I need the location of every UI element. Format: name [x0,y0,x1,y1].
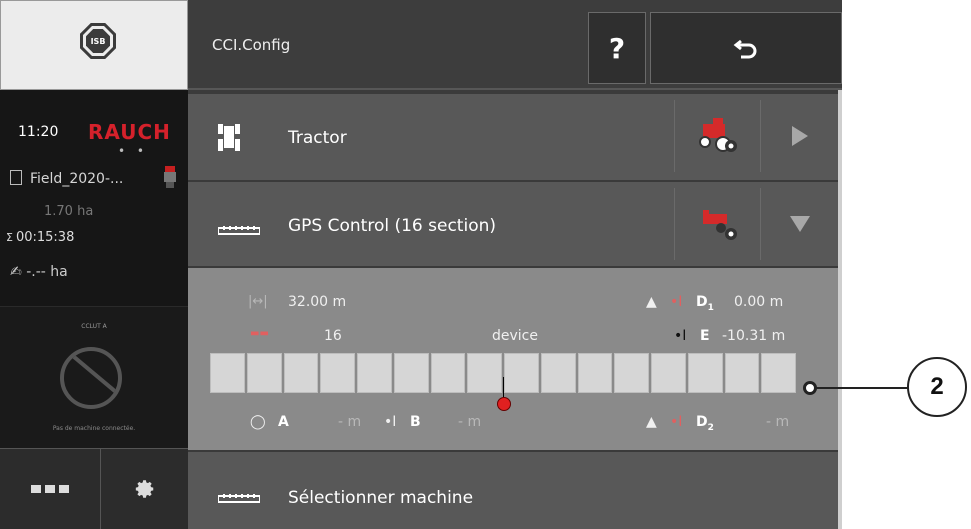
e-label: E [700,328,710,344]
marker-icon-2: •I [670,414,683,430]
document-icon [10,170,22,185]
no-machine-icon [60,347,122,409]
clock: 11:20 [18,124,59,140]
section-cell [210,353,245,393]
play-arrow-icon [791,126,808,146]
select-machine-row[interactable]: Sélectionner machine [188,450,838,529]
select-machine-label: Sélectionner machine [288,488,474,508]
boom-sections-icon [218,226,260,235]
tractor-label: Tractor [288,128,347,148]
sections-icon: ▬▬ [250,328,269,339]
settings-button[interactable] [101,448,188,529]
gps-control-label: GPS Control (16 section) [288,216,497,236]
spreader-icon [164,166,176,188]
boom-sections-icon [218,494,260,503]
d2-label: D2 [696,414,714,433]
section-cell [430,353,466,393]
cclut-message: Pas de machine connectée. [52,425,136,432]
worked-area-value: -.-- ha [26,264,68,280]
status-panel: 11:20 RAUCH • • Field_2020-... 1.70 ha Σ… [0,90,188,306]
e-value: -10.31 m [722,328,786,344]
section-cell [393,353,429,393]
worked-area-row: ✍ -.-- ha [10,264,68,280]
hand-icon: ✍ [10,264,22,280]
gps-collapse-button[interactable] [760,188,838,260]
d1-label: D1 [696,294,714,313]
section-cell [320,353,355,393]
section-cell [540,353,576,393]
warning-icon: ▲ [646,294,657,310]
section-cell [577,353,613,393]
implement-settings-icon [702,210,737,240]
d1-value: 0.00 m [734,294,784,310]
section-cell [283,353,319,393]
header-bar: CCI.Config ? [188,0,842,90]
help-button[interactable]: ? [588,12,646,84]
tractor-settings-button[interactable] [674,100,760,172]
brand-logo: RAUCH [88,120,171,144]
warning-icon-2: ▲ [646,414,657,430]
section-cell [724,353,760,393]
field-name-row: Field_2020-... [10,170,123,187]
section-cell [761,353,796,393]
gps-position-dot [497,397,511,411]
gps-detail-panel: |↔| 32.00 m ▲ •I D1 0.00 m ▬▬ 16 device … [188,268,838,450]
position-source: device [492,328,538,344]
cci-config-screen: ISB 11:20 RAUCH • • Field_2020-... 1.70 … [0,0,842,529]
gps-position-line [503,377,504,397]
tractor-row[interactable]: Tractor [188,94,838,182]
offset-marker-icon: •I [674,328,687,344]
callout-anchor [803,381,817,395]
work-timer: Σ 00:15:38 [6,230,74,245]
section-count: 16 [324,328,342,344]
callout-number: 2 [907,357,967,417]
cclut-panel: CCLUT A Pas de machine connectée. [0,306,188,449]
field-name: Field_2020-... [30,171,124,187]
a-label: A [278,414,289,430]
d2-value: - m [766,414,790,430]
section-cell [504,353,539,393]
cclut-title: CCLUT A [81,323,107,330]
tractor-settings-icon [698,118,737,152]
section-cell [467,353,502,393]
scrollbar[interactable] [838,90,842,529]
section-cell [651,353,686,393]
section-cell [246,353,282,393]
back-button[interactable] [650,12,842,84]
tractor-top-icon [218,124,240,151]
section-cell [614,353,649,393]
isb-button[interactable]: ISB [0,0,188,90]
gear-icon [135,480,153,498]
menu-icon [31,485,41,493]
page-title: CCI.Config [212,36,291,54]
b-label: B [410,414,421,430]
gps-control-row[interactable]: GPS Control (16 section) [188,182,838,268]
timer-value: 00:15:38 [15,230,75,245]
menu-button[interactable] [0,448,101,529]
isb-icon: ISB [80,23,116,59]
chevron-down-icon [789,216,810,232]
working-width-value: 32.00 m [288,294,347,310]
sigma-icon: Σ [6,231,13,244]
field-area: 1.70 ha [44,204,94,219]
marker-icon: •I [670,294,683,310]
brand-dots: • • [118,144,148,158]
gps-settings-button[interactable] [674,188,760,260]
a-value: - m [338,414,362,430]
working-width-icon: |↔| [248,294,268,309]
section-cell [357,353,392,393]
section-cell [687,353,723,393]
tractor-expand-button[interactable] [760,100,838,172]
callout-line [810,387,910,389]
antenna-icon: ◯ [250,414,266,430]
back-arrow-icon [733,39,757,59]
b-marker-icon: •I [384,414,397,430]
b-value: - m [458,414,482,430]
